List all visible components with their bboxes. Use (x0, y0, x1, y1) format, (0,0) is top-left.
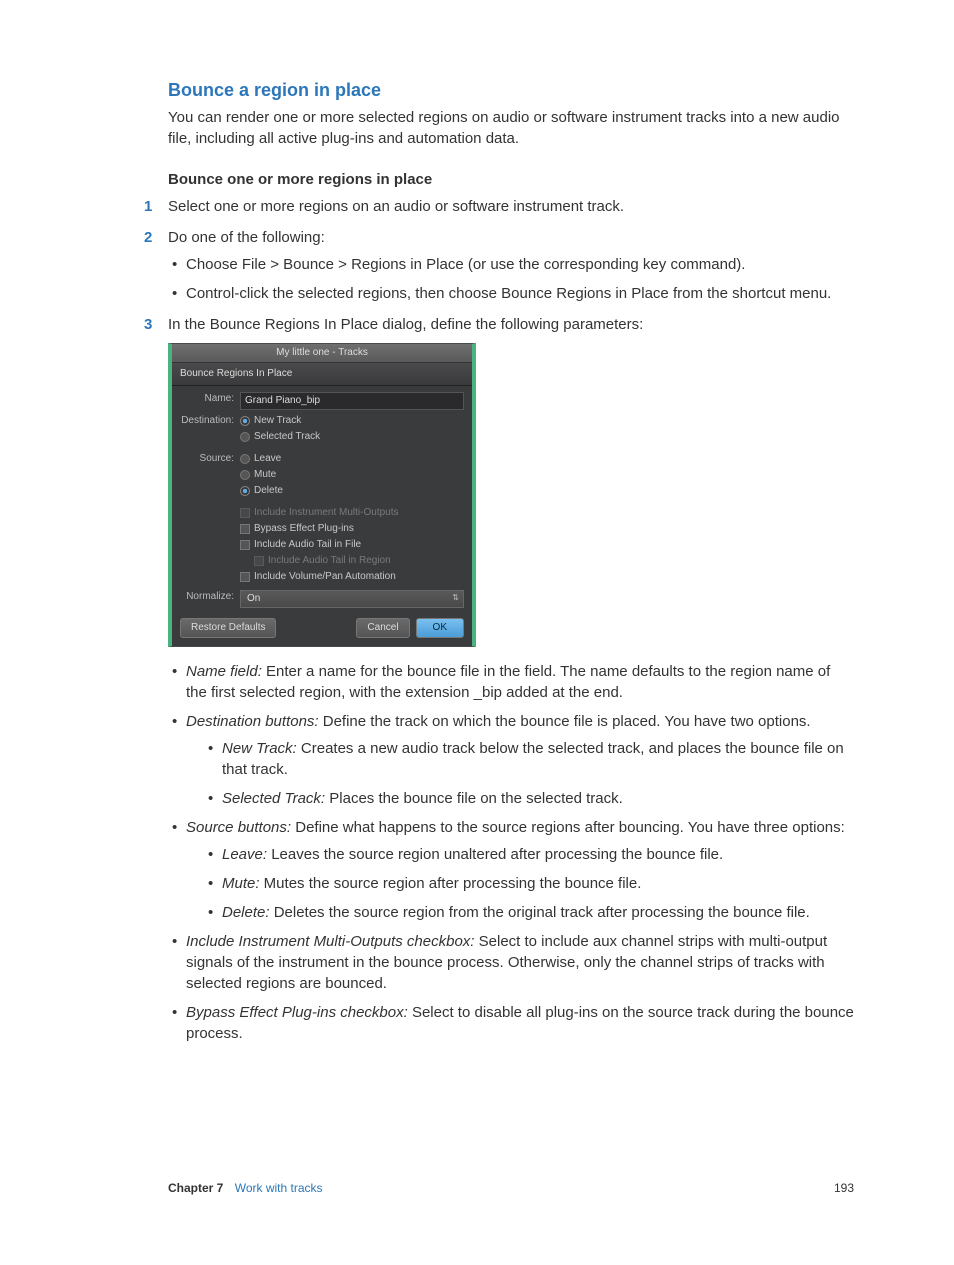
name-label: Name: (180, 392, 240, 406)
param-destination-selected: Selected Track: Places the bounce file o… (222, 788, 854, 809)
param-source-delete: Delete: Deletes the source region from t… (222, 902, 854, 923)
page-number: 193 (834, 1181, 854, 1195)
step-3: 3 In the Bounce Regions In Place dialog,… (168, 314, 854, 1044)
step-2-option-1: Choose File > Bounce > Regions in Place … (186, 254, 854, 275)
cancel-button[interactable]: Cancel (356, 618, 409, 638)
source-delete-radio[interactable]: Delete (240, 484, 464, 498)
task-subheading: Bounce one or more regions in place (168, 171, 854, 188)
normalize-label: Normalize: (180, 590, 240, 604)
intro-paragraph: You can render one or more selected regi… (168, 107, 854, 149)
source-label: Source: (180, 452, 240, 466)
source-leave-radio[interactable]: Leave (240, 452, 464, 466)
include-audio-tail-file-checkbox[interactable]: Include Audio Tail in File (240, 538, 464, 552)
step-1-text: Select one or more regions on an audio o… (168, 198, 624, 215)
step-3-text: In the Bounce Regions In Place dialog, d… (168, 316, 643, 333)
source-mute-radio[interactable]: Mute (240, 468, 464, 482)
bounce-dialog: My little one - Tracks Bounce Regions In… (168, 343, 476, 647)
param-destination: Destination buttons: Define the track on… (186, 711, 854, 809)
param-name: Name field: Enter a name for the bounce … (186, 661, 854, 703)
footer-left: Chapter 7 Work with tracks (168, 1181, 323, 1195)
param-bypass: Bypass Effect Plug-ins checkbox: Select … (186, 1002, 854, 1044)
param-source-mute: Mute: Mutes the source region after proc… (222, 873, 854, 894)
chapter-title: Work with tracks (235, 1181, 323, 1195)
include-volume-pan-checkbox[interactable]: Include Volume/Pan Automation (240, 570, 464, 584)
bypass-effect-plugins-checkbox[interactable]: Bypass Effect Plug-ins (240, 522, 464, 536)
param-multi-outputs: Include Instrument Multi-Outputs checkbo… (186, 931, 854, 994)
name-input[interactable]: Grand Piano_bip (240, 392, 464, 410)
step-1: 1 Select one or more regions on an audio… (168, 196, 854, 217)
dialog-subtitle: Bounce Regions In Place (172, 363, 472, 386)
section-heading: Bounce a region in place (168, 80, 854, 101)
include-audio-tail-region-checkbox[interactable]: Include Audio Tail in Region (240, 554, 464, 568)
chapter-label: Chapter 7 (168, 1181, 223, 1195)
include-multi-outputs-checkbox[interactable]: Include Instrument Multi-Outputs (240, 506, 464, 520)
param-destination-new: New Track: Creates a new audio track bel… (222, 738, 854, 780)
normalize-select[interactable]: On (240, 590, 464, 608)
dialog-window-title: My little one - Tracks (172, 344, 472, 363)
restore-defaults-button[interactable]: Restore Defaults (180, 618, 276, 638)
step-2: 2 Do one of the following: Choose File >… (168, 227, 854, 304)
param-source-leave: Leave: Leaves the source region unaltere… (222, 844, 854, 865)
step-2-text: Do one of the following: (168, 229, 325, 246)
destination-selected-track-radio[interactable]: Selected Track (240, 430, 464, 444)
ok-button[interactable]: OK (416, 618, 464, 638)
step-2-option-2: Control-click the selected regions, then… (186, 283, 854, 304)
param-source: Source buttons: Define what happens to t… (186, 817, 854, 923)
destination-new-track-radio[interactable]: New Track (240, 414, 464, 428)
destination-label: Destination: (180, 414, 240, 428)
